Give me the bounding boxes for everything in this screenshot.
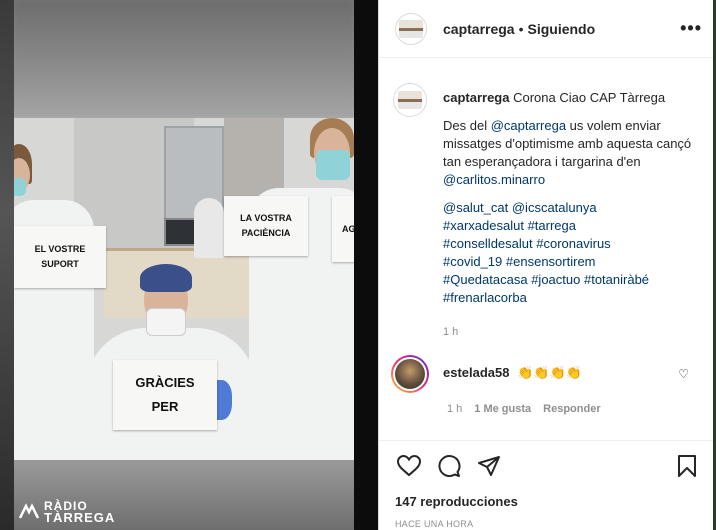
watermark-line2: TÀRREGA [44, 510, 116, 525]
tag[interactable]: #conselldesalut [443, 236, 533, 251]
sign-center: GRÀCIES PER [113, 360, 217, 430]
video-frame[interactable]: EL VOSTRE SUPORT LA VOSTRA PACIÈNCIA AG … [14, 118, 354, 460]
follow-status[interactable]: Siguiendo [528, 21, 596, 37]
mention-captarrega[interactable]: @captarrega [491, 118, 566, 133]
avatar[interactable] [395, 12, 427, 45]
caption-first-line: captarrega Corona Ciao CAP Tàrrega [443, 89, 701, 107]
comment-likes[interactable]: 1 Me gusta [474, 403, 531, 415]
sign-far-right: AG [332, 196, 354, 262]
caption-body: captarrega Corona Ciao CAP Tàrrega Des d… [443, 83, 701, 341]
sign-far-right-text: AG [342, 224, 354, 234]
center-person-cap [140, 264, 192, 292]
tag[interactable]: #tarrega [528, 218, 576, 233]
left-backdrop [0, 0, 14, 530]
tag[interactable]: #ensensortirem [506, 254, 596, 269]
background-person [194, 198, 224, 258]
caption: captarrega Corona Ciao CAP Tàrrega Des d… [393, 83, 701, 341]
reply-button[interactable]: Responder [543, 403, 600, 415]
caption-tags: @salut_cat @icscatalunya #xarxadesalut #… [443, 199, 701, 307]
caption-avatar-image [398, 91, 422, 109]
tag[interactable]: @icscatalunya [512, 200, 597, 215]
center-person-mask [146, 308, 186, 336]
tag[interactable]: #Quedatacasa [443, 272, 528, 287]
tag[interactable]: #totaniràbé [584, 272, 649, 287]
caption-message: Des del @captarrega us volem enviar miss… [443, 117, 701, 189]
media-panel-gap [354, 0, 378, 530]
radio-tarrega-logo: RÀDIO TÀRREGA [18, 500, 115, 524]
comment: estelada58 👏👏👏👏 ♡ [391, 355, 701, 393]
caption-avatar[interactable] [393, 83, 427, 117]
tag[interactable]: #frenarlacorba [443, 290, 527, 305]
sign-left-text: EL VOSTRE SUPORT [34, 244, 86, 269]
post-side-panel: captarrega • Siguiendo ••• captarrega Co… [378, 0, 716, 530]
radio-tarrega-logo-icon [18, 503, 40, 519]
comment-time: 1 h [447, 403, 463, 415]
comment-icon[interactable] [435, 452, 463, 480]
caption-time: 1 h [443, 326, 459, 338]
sign-center-line2: PER [151, 399, 179, 414]
caption-intro: Des del [443, 118, 491, 133]
header-separator: • [518, 20, 524, 37]
action-icons [395, 451, 701, 481]
comment-avatar[interactable] [391, 355, 429, 393]
comment-meta: 1 h 1 Me gusta Responder [447, 403, 701, 415]
post-timestamp: HACE UNA HORA [395, 519, 474, 529]
avatar-image [399, 19, 423, 38]
comment-avatar-image [395, 359, 425, 389]
bookmark-icon[interactable] [673, 452, 701, 480]
mention-carlitos[interactable]: @carlitos.minarro [443, 172, 545, 187]
watermark-text: RÀDIO TÀRREGA [44, 500, 115, 524]
caption-title: Corona Ciao CAP Tàrrega [513, 90, 666, 105]
sign-center-line1: GRÀCIES [135, 375, 195, 390]
sign-left: EL VOSTRE SUPORT [14, 226, 106, 288]
caption-username[interactable]: captarrega [443, 90, 509, 105]
tag[interactable]: #covid_19 [443, 254, 502, 269]
comments-section[interactable]: captarrega Corona Ciao CAP Tàrrega Des d… [379, 59, 716, 440]
right-person-mask [316, 150, 350, 180]
video-top-blur [14, 0, 354, 118]
post-actions: 147 reproducciones HACE UNA HORA [379, 440, 716, 529]
share-icon[interactable] [475, 452, 503, 480]
header-username[interactable]: captarrega [443, 21, 515, 37]
video-player[interactable]: EL VOSTRE SUPORT LA VOSTRA PACIÈNCIA AG … [14, 0, 354, 530]
more-horizontal-icon[interactable]: ••• [680, 18, 702, 39]
comment-avatar-inner [393, 357, 427, 391]
left-person-mask [14, 178, 26, 196]
tag[interactable]: #coronavirus [536, 236, 610, 251]
sign-right: LA VOSTRA PACIÈNCIA [224, 196, 308, 256]
view-count[interactable]: 147 reproducciones [395, 494, 701, 509]
sign-right-text: LA VOSTRA PACIÈNCIA [240, 213, 292, 238]
tag[interactable]: @salut_cat [443, 200, 508, 215]
post-header: captarrega • Siguiendo ••• [379, 0, 716, 58]
comment-username[interactable]: estelada58 [443, 365, 510, 380]
heart-icon[interactable] [395, 452, 423, 480]
tag[interactable]: #xarxadesalut [443, 218, 524, 233]
comment-text: estelada58 👏👏👏👏 [443, 364, 582, 393]
comment-like-heart-icon[interactable]: ♡ [678, 367, 689, 381]
comment-body: 👏👏👏👏 [517, 365, 582, 380]
tag[interactable]: #joactuo [531, 272, 580, 287]
